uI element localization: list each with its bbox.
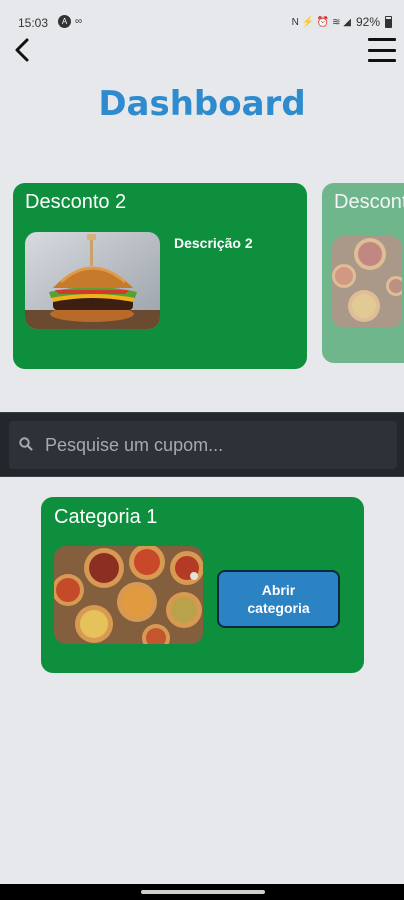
discount-title: Desconto 2	[25, 191, 127, 213]
menu-button[interactable]	[366, 36, 398, 64]
pizza-image	[332, 236, 402, 328]
status-time: 15:03	[18, 16, 49, 30]
battery-percentage: 92%	[355, 15, 380, 29]
category-card: Categoria 1 Abrir categoria	[41, 497, 364, 673]
open-category-button[interactable]: Abrir categoria	[217, 570, 340, 628]
search-input[interactable]	[45, 421, 385, 469]
discount-description: Descrição 2	[174, 235, 253, 251]
discount-carousel[interactable]: Desconto 2 Descrição 2 Descon	[0, 183, 404, 371]
status-app-icons: A ∞	[58, 15, 82, 28]
status-bar: 15:03 A ∞ N ⚡ ⏰ ≋ ◢ 92%	[0, 0, 404, 30]
back-arrow-icon	[15, 38, 29, 62]
burger-image	[25, 232, 160, 329]
category-title: Categoria 1	[54, 506, 158, 528]
voicemail-icon: ∞	[75, 16, 83, 27]
hamburger-menu-icon-line	[368, 59, 396, 62]
discount-title: Desconto	[334, 191, 404, 213]
system-icons-group: N ⚡ ⏰ ≋ ◢	[291, 16, 351, 28]
back-button[interactable]	[8, 34, 36, 66]
hamburger-menu-icon	[368, 38, 396, 41]
home-indicator[interactable]	[141, 890, 265, 894]
hamburger-menu-icon-line	[368, 48, 396, 52]
search-icon	[19, 437, 33, 451]
page-title: Dashboard	[98, 84, 306, 124]
status-system-icons: N ⚡ ⏰ ≋ ◢ 92%	[292, 15, 392, 29]
app-notification-icon: A	[58, 15, 71, 28]
pizza-image	[54, 546, 203, 644]
discount-card[interactable]: Desconto 2 Descrição 2	[13, 183, 307, 369]
system-navigation-bar	[0, 884, 404, 900]
battery-icon	[385, 16, 392, 28]
search-bar	[0, 412, 404, 477]
search-field[interactable]	[9, 421, 397, 469]
discount-card[interactable]: Desconto	[322, 183, 404, 363]
